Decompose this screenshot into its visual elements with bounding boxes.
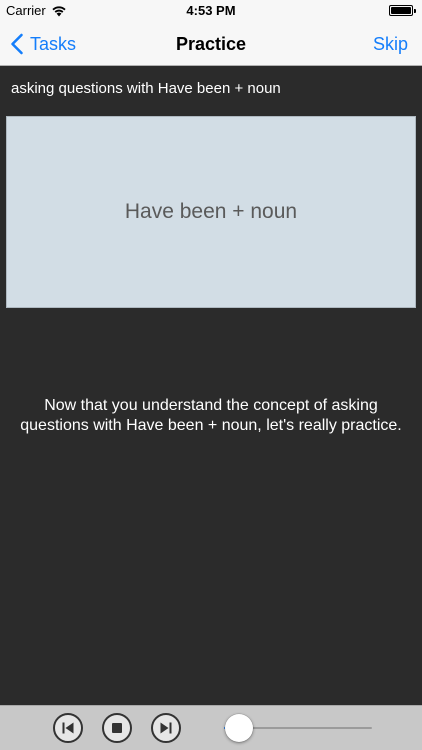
back-button[interactable]: Tasks [10, 22, 76, 66]
player-toolbar [0, 705, 422, 750]
battery-icon [389, 5, 416, 16]
concept-card: Have been + noun [6, 116, 416, 308]
stop-icon [112, 723, 122, 733]
status-bar: Carrier 4:53 PM [0, 0, 422, 22]
navigation-bar: Tasks Practice Skip [0, 22, 422, 66]
next-button[interactable] [151, 713, 181, 743]
previous-button[interactable] [53, 713, 83, 743]
lesson-subtitle: asking questions with Have been + noun [11, 80, 281, 97]
stop-button[interactable] [102, 713, 132, 743]
back-button-label: Tasks [30, 33, 77, 54]
skip-forward-icon [160, 722, 172, 734]
concept-card-label: Have been + noun [124, 200, 298, 223]
skip-back-icon [62, 722, 74, 734]
status-time: 4:53 PM [186, 3, 236, 18]
chevron-left-icon [11, 33, 23, 55]
instruction-message: Now that you understand the concept of a… [20, 397, 402, 434]
skip-button[interactable]: Skip [373, 22, 408, 66]
progress-slider-thumb[interactable] [224, 714, 253, 742]
